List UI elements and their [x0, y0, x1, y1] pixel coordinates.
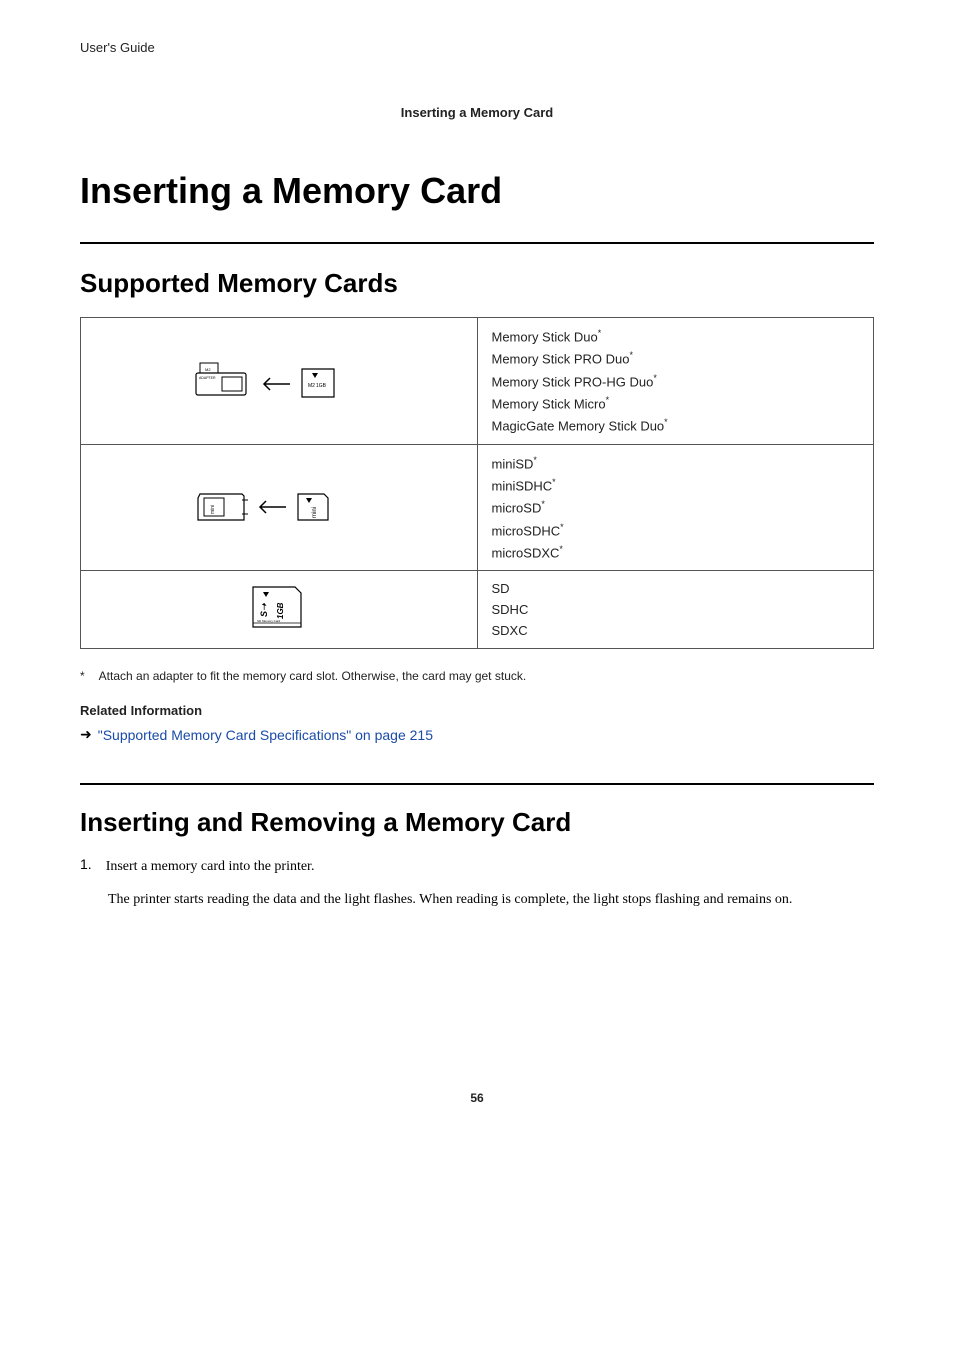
memory-stick-adapter-icon: M2 ADAPTER M2 1GB [194, 359, 364, 402]
card-list-item: miniSD* [492, 455, 860, 471]
footnote: * Attach an adapter to fit the memory ca… [80, 669, 874, 683]
related-info-title: Related Information [80, 703, 874, 718]
svg-text:ADAPTER: ADAPTER [199, 376, 216, 380]
memory-cards-table: M2 ADAPTER M2 1GB Memory Stick Duo*Memor… [80, 317, 874, 649]
page-number: 56 [80, 1091, 874, 1105]
sd-card-icon: S➝ 1GB SD Memory Card [239, 583, 319, 636]
related-link-row: ➜ "Supported Memory Card Specifications"… [80, 726, 874, 743]
step-description: The printer starts reading the data and … [108, 889, 874, 911]
svg-text:SD Memory Card: SD Memory Card [257, 619, 281, 623]
card-list-item: Memory Stick Micro* [492, 395, 860, 411]
card-list-item: miniSDHC* [492, 477, 860, 493]
breadcrumb: Inserting a Memory Card [80, 105, 874, 120]
card-list-cell: Memory Stick Duo* Memory Stick PRO Duo* Me… [477, 318, 874, 445]
section-supported-title: Supported Memory Cards [80, 268, 874, 299]
svg-text:M2: M2 [205, 367, 211, 372]
header-label: User's Guide [80, 40, 874, 55]
step-1: 1. Insert a memory card into the printer… [80, 856, 874, 878]
related-link[interactable]: "Supported Memory Card Specifications" o… [98, 727, 433, 743]
card-list-cell: SD SDHC SDXC [477, 571, 874, 649]
diagram-cell-minisd: mini mini [81, 444, 478, 571]
diagram-cell-sd: S➝ 1GB SD Memory Card [81, 571, 478, 649]
svg-text:M2: M2 [308, 383, 315, 389]
section-inserting-title: Inserting and Removing a Memory Card [80, 807, 874, 838]
card-list-item: SDXC [492, 623, 860, 638]
card-list-item: Memory Stick PRO Duo* [492, 350, 860, 366]
svg-text:1GB: 1GB [316, 383, 327, 389]
arrow-right-icon: ➜ [80, 726, 92, 743]
divider [80, 242, 874, 244]
svg-text:mini: mini [312, 507, 318, 518]
table-row: M2 ADAPTER M2 1GB Memory Stick Duo*Memor… [81, 318, 874, 445]
card-list-item: microSDHC* [492, 522, 860, 538]
table-row: S➝ 1GB SD Memory Card SD SDHC SDXC [81, 571, 874, 649]
card-list-item: SD [492, 581, 860, 596]
table-row: mini mini miniSD* miniSDHC* microSD* microS… [81, 444, 874, 571]
card-list-item: SDHC [492, 602, 860, 617]
footnote-marker: * [80, 669, 85, 683]
card-list-item: Memory Stick PRO-HG Duo* [492, 373, 860, 389]
diagram-cell-memorystick: M2 ADAPTER M2 1GB [81, 318, 478, 445]
card-list-item: Memory Stick Duo* [492, 328, 860, 344]
page-title: Inserting a Memory Card [80, 170, 874, 212]
minisd-adapter-icon: mini mini [194, 486, 364, 529]
svg-text:S➝: S➝ [259, 602, 269, 617]
svg-text:1GB: 1GB [276, 603, 285, 620]
card-list-item: microSDXC* [492, 544, 860, 560]
step-number: 1. [80, 856, 92, 878]
step-text: Insert a memory card into the printer. [106, 856, 315, 878]
footnote-text: Attach an adapter to fit the memory card… [99, 669, 527, 683]
card-list-cell: miniSD* miniSDHC* microSD* microSDHC* microS… [477, 444, 874, 571]
divider [80, 783, 874, 785]
card-list-item: microSD* [492, 499, 860, 515]
svg-text:mini: mini [210, 505, 216, 514]
card-list-item: MagicGate Memory Stick Duo* [492, 417, 860, 433]
